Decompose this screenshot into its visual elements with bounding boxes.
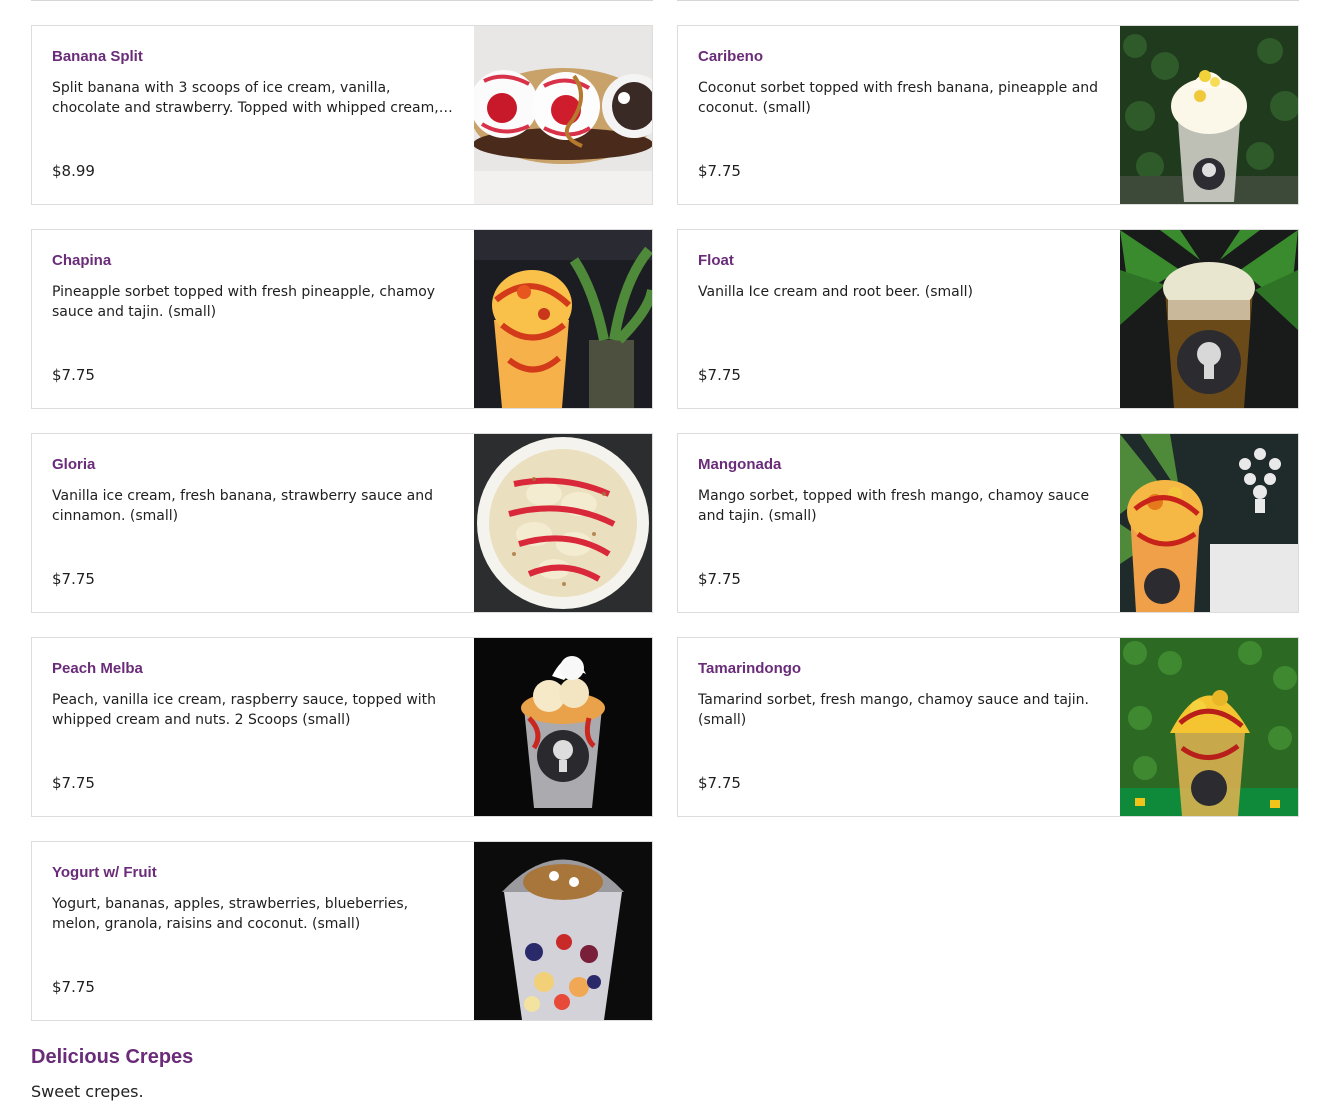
menu-item-description: Split banana with 3 scoops of ice cream,…	[52, 80, 439, 116]
menu-item-card[interactable]: Tamarindongo Tamarind sorbet, fresh mang…	[677, 637, 1299, 817]
section-subtitle: Sweet crepes.	[31, 1082, 144, 1101]
top-divider-right	[677, 0, 1299, 1]
top-divider-left	[31, 0, 653, 1]
menu-item-price: $7.75	[52, 774, 95, 792]
menu-item-info: Caribeno Coconut sorbet topped with fres…	[678, 26, 1120, 204]
menu-item-price: $7.75	[698, 366, 741, 384]
menu-item-description: Pineapple sorbet topped with fresh pinea…	[52, 284, 436, 320]
menu-item-name: Gloria	[52, 456, 96, 473]
yogurt-fruit-photo	[474, 842, 652, 1020]
menu-item-name: Banana Split	[52, 48, 143, 65]
menu-item-price: $7.75	[52, 366, 95, 384]
gloria-photo	[474, 434, 652, 612]
menu-item-price: $7.75	[698, 162, 741, 180]
menu-item-description: Vanilla Ice cream and root beer. (small)	[698, 284, 973, 300]
menu-item-price: $7.75	[698, 570, 741, 588]
menu-item-name: Tamarindongo	[698, 660, 802, 677]
menu-item-description: Vanilla ice cream, fresh banana, strawbe…	[52, 488, 433, 524]
banana-split-photo	[474, 26, 652, 204]
menu-item-info: Chapina Pineapple sorbet topped with fre…	[32, 230, 474, 408]
section-title: Delicious Crepes	[31, 1046, 194, 1068]
menu-item-price: $7.75	[52, 978, 95, 996]
menu-item-card[interactable]: Mangonada Mango sorbet, topped with fres…	[677, 433, 1299, 613]
tamarindongo-photo	[1120, 638, 1298, 816]
menu-item-name: Chapina	[52, 252, 112, 269]
menu-item-price: $8.99	[52, 162, 95, 180]
menu-item-card[interactable]: Yogurt w/ Fruit Yogurt, bananas, apples,…	[31, 841, 653, 1021]
menu-item-info: Banana Split Split banana with 3 scoops …	[32, 26, 474, 204]
menu-items-grid: Banana Split Split banana with 3 scoops …	[31, 25, 1299, 1021]
menu-item-card[interactable]: Caribeno Coconut sorbet topped with fres…	[677, 25, 1299, 205]
menu-item-info: Peach Melba Peach, vanilla ice cream, ra…	[32, 638, 474, 816]
menu-item-name: Float	[698, 252, 734, 269]
caribeno-photo	[1120, 26, 1298, 204]
menu-item-info: Yogurt w/ Fruit Yogurt, bananas, apples,…	[32, 842, 474, 1020]
menu-item-info: Mangonada Mango sorbet, topped with fres…	[678, 434, 1120, 612]
menu-item-card[interactable]: Float Vanilla Ice cream and root beer. (…	[677, 229, 1299, 409]
menu-item-card[interactable]: Peach Melba Peach, vanilla ice cream, ra…	[31, 637, 653, 817]
menu-item-description: Tamarind sorbet, fresh mango, chamoy sau…	[698, 692, 1089, 728]
menu-item-card[interactable]: Gloria Vanilla ice cream, fresh banana, …	[31, 433, 653, 613]
menu-item-name: Yogurt w/ Fruit	[52, 864, 157, 881]
menu-item-card[interactable]: Banana Split Split banana with 3 scoops …	[31, 25, 653, 205]
menu-item-price: $7.75	[52, 570, 95, 588]
menu-item-description: Yogurt, bananas, apples, strawberries, b…	[52, 896, 409, 932]
menu-item-info: Gloria Vanilla ice cream, fresh banana, …	[32, 434, 474, 612]
menu-item-price: $7.75	[698, 774, 741, 792]
menu-item-name: Mangonada	[698, 456, 782, 473]
mangonada-photo	[1120, 434, 1298, 612]
menu-item-description: Coconut sorbet topped with fresh banana,…	[698, 80, 1099, 116]
float-photo	[1120, 230, 1298, 408]
chapina-photo	[474, 230, 652, 408]
menu-item-name: Peach Melba	[52, 660, 143, 677]
menu-item-description: Peach, vanilla ice cream, raspberry sauc…	[52, 692, 437, 728]
menu-item-description: Mango sorbet, topped with fresh mango, c…	[698, 488, 1090, 524]
menu-item-name: Caribeno	[698, 48, 764, 65]
menu-item-card[interactable]: Chapina Pineapple sorbet topped with fre…	[31, 229, 653, 409]
peach-melba-photo	[474, 638, 652, 816]
menu-item-info: Tamarindongo Tamarind sorbet, fresh mang…	[678, 638, 1120, 816]
menu-item-info: Float Vanilla Ice cream and root beer. (…	[678, 230, 1120, 408]
